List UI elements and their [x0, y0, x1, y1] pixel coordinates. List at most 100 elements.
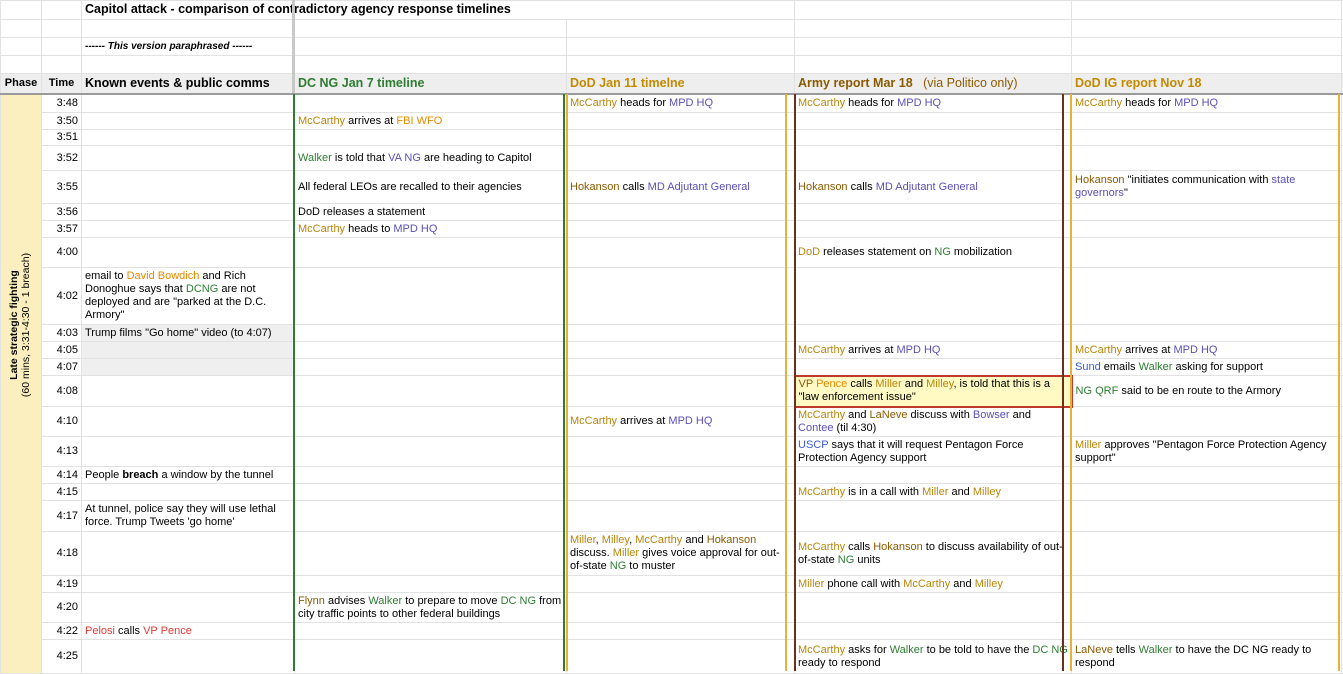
time-cell[interactable]: 4:17 — [41, 500, 82, 532]
dod-cell[interactable] — [565, 622, 796, 640]
dod-cell[interactable] — [565, 436, 796, 467]
dod-cell[interactable] — [565, 203, 796, 221]
army-cell[interactable]: USCP says that it will request Pentagon … — [794, 436, 1073, 467]
known-cell[interactable] — [81, 375, 295, 407]
dod-cell[interactable] — [565, 324, 796, 342]
army-cell[interactable]: Miller phone call with McCarthy and Mill… — [794, 575, 1073, 593]
dod-cell[interactable] — [565, 220, 796, 238]
time-cell[interactable]: 4:14 — [41, 466, 82, 484]
ig-cell[interactable] — [1071, 237, 1343, 268]
dcng-cell[interactable] — [294, 406, 567, 437]
dod-cell[interactable] — [565, 112, 796, 130]
dcng-cell[interactable] — [294, 237, 567, 268]
time-cell[interactable]: 4:15 — [41, 483, 82, 501]
cell[interactable] — [565, 19, 796, 38]
time-cell[interactable]: 3:51 — [41, 129, 82, 146]
dcng-cell[interactable] — [294, 93, 567, 113]
cell[interactable] — [794, 37, 1073, 56]
army-cell[interactable]: McCarthy and LaNeve discuss with Bowser … — [794, 406, 1073, 437]
dcng-cell[interactable] — [294, 575, 567, 593]
time-cell[interactable]: 4:07 — [41, 358, 82, 376]
dcng-cell[interactable]: McCarthy arrives at FBI WFO — [294, 112, 567, 130]
dod-cell[interactable] — [565, 466, 796, 484]
ig-cell[interactable] — [1071, 483, 1343, 501]
cell[interactable] — [1071, 0, 1343, 20]
dod-cell[interactable] — [565, 237, 796, 268]
dcng-cell[interactable] — [294, 639, 567, 674]
army-cell[interactable] — [794, 592, 1073, 623]
dod-cell[interactable] — [565, 575, 796, 593]
known-cell[interactable] — [81, 341, 295, 359]
ig-cell[interactable]: McCarthy heads for MPD HQ — [1071, 93, 1343, 113]
army-cell[interactable] — [794, 466, 1073, 484]
cell[interactable] — [1071, 55, 1343, 74]
time-cell[interactable]: 3:56 — [41, 203, 82, 221]
header-dc-ng[interactable]: DC NG Jan 7 timeline — [294, 73, 567, 94]
known-cell[interactable]: At tunnel, police say they will use leth… — [81, 500, 295, 532]
header-phase[interactable]: Phase — [0, 73, 42, 94]
dod-cell[interactable]: Hokanson calls MD Adjutant General — [565, 170, 796, 204]
army-cell[interactable]: McCarthy heads for MPD HQ — [794, 93, 1073, 113]
known-cell[interactable] — [81, 145, 295, 171]
army-cell[interactable]: DoD releases statement on NG mobilizatio… — [794, 237, 1073, 268]
dcng-cell[interactable] — [294, 341, 567, 359]
dcng-cell[interactable] — [294, 358, 567, 376]
known-cell[interactable] — [81, 203, 295, 221]
time-cell[interactable]: 4:20 — [41, 592, 82, 623]
dod-cell[interactable] — [565, 341, 796, 359]
dod-cell[interactable]: McCarthy heads for MPD HQ — [565, 93, 796, 113]
army-cell[interactable] — [794, 622, 1073, 640]
dcng-cell[interactable] — [294, 436, 567, 467]
dcng-cell[interactable]: Flynn advises Walker to prepare to move … — [294, 592, 567, 623]
time-cell[interactable]: 4:00 — [41, 237, 82, 268]
known-cell[interactable]: Trump films "Go home" video (to 4:07) — [81, 324, 295, 342]
cell[interactable] — [794, 0, 1073, 20]
army-cell[interactable]: Hokanson calls MD Adjutant General — [794, 170, 1073, 204]
dcng-cell[interactable]: McCarthy heads to MPD HQ — [294, 220, 567, 238]
cell[interactable] — [565, 55, 796, 74]
header-known-events[interactable]: Known events & public comms — [81, 73, 295, 94]
time-cell[interactable]: 3:50 — [41, 112, 82, 130]
time-cell[interactable]: 4:19 — [41, 575, 82, 593]
army-cell[interactable] — [794, 267, 1073, 325]
ig-cell[interactable]: Hokanson "initiates communication with s… — [1071, 170, 1343, 204]
header-dod-ig[interactable]: DoD IG report Nov 18 — [1071, 73, 1343, 94]
army-cell[interactable] — [794, 129, 1073, 146]
cell[interactable] — [794, 55, 1073, 74]
cell[interactable] — [41, 19, 82, 38]
known-cell[interactable] — [81, 112, 295, 130]
ig-cell[interactable] — [1071, 500, 1343, 532]
subtitle-cell[interactable]: ------ This version paraphrased ------ — [81, 37, 295, 56]
dod-cell[interactable] — [565, 375, 796, 407]
cell[interactable] — [0, 0, 42, 20]
time-cell[interactable]: 4:18 — [41, 531, 82, 576]
cell[interactable] — [0, 55, 42, 74]
cell[interactable] — [41, 37, 82, 56]
dcng-cell[interactable] — [294, 324, 567, 342]
known-cell[interactable] — [81, 170, 295, 204]
dcng-cell[interactable]: All federal LEOs are recalled to their a… — [294, 170, 567, 204]
army-cell-highlighted[interactable]: VP Pence calls Miller and Milley, is tol… — [793, 374, 1073, 408]
army-cell[interactable] — [794, 203, 1073, 221]
dcng-cell[interactable] — [294, 483, 567, 501]
dod-cell[interactable]: Miller, Milley, McCarthy and Hokanson di… — [565, 531, 796, 576]
dod-cell[interactable]: McCarthy arrives at MPD HQ — [565, 406, 796, 437]
dcng-cell[interactable]: Walker is told that VA NG are heading to… — [294, 145, 567, 171]
dod-cell[interactable] — [565, 267, 796, 325]
ig-cell[interactable] — [1071, 220, 1343, 238]
ig-cell[interactable] — [1071, 112, 1343, 130]
cell[interactable] — [0, 37, 42, 56]
known-cell[interactable] — [81, 406, 295, 437]
time-cell[interactable]: 3:57 — [41, 220, 82, 238]
ig-cell[interactable] — [1071, 575, 1343, 593]
cell[interactable] — [565, 37, 796, 56]
army-cell[interactable] — [794, 500, 1073, 532]
army-cell[interactable]: McCarthy is in a call with Miller and Mi… — [794, 483, 1073, 501]
dod-cell[interactable] — [565, 358, 796, 376]
known-cell[interactable] — [81, 358, 295, 376]
cell[interactable] — [1071, 37, 1343, 56]
time-cell[interactable]: 4:03 — [41, 324, 82, 342]
time-cell[interactable]: 4:13 — [41, 436, 82, 467]
cell[interactable] — [81, 55, 295, 74]
army-cell[interactable] — [794, 112, 1073, 130]
